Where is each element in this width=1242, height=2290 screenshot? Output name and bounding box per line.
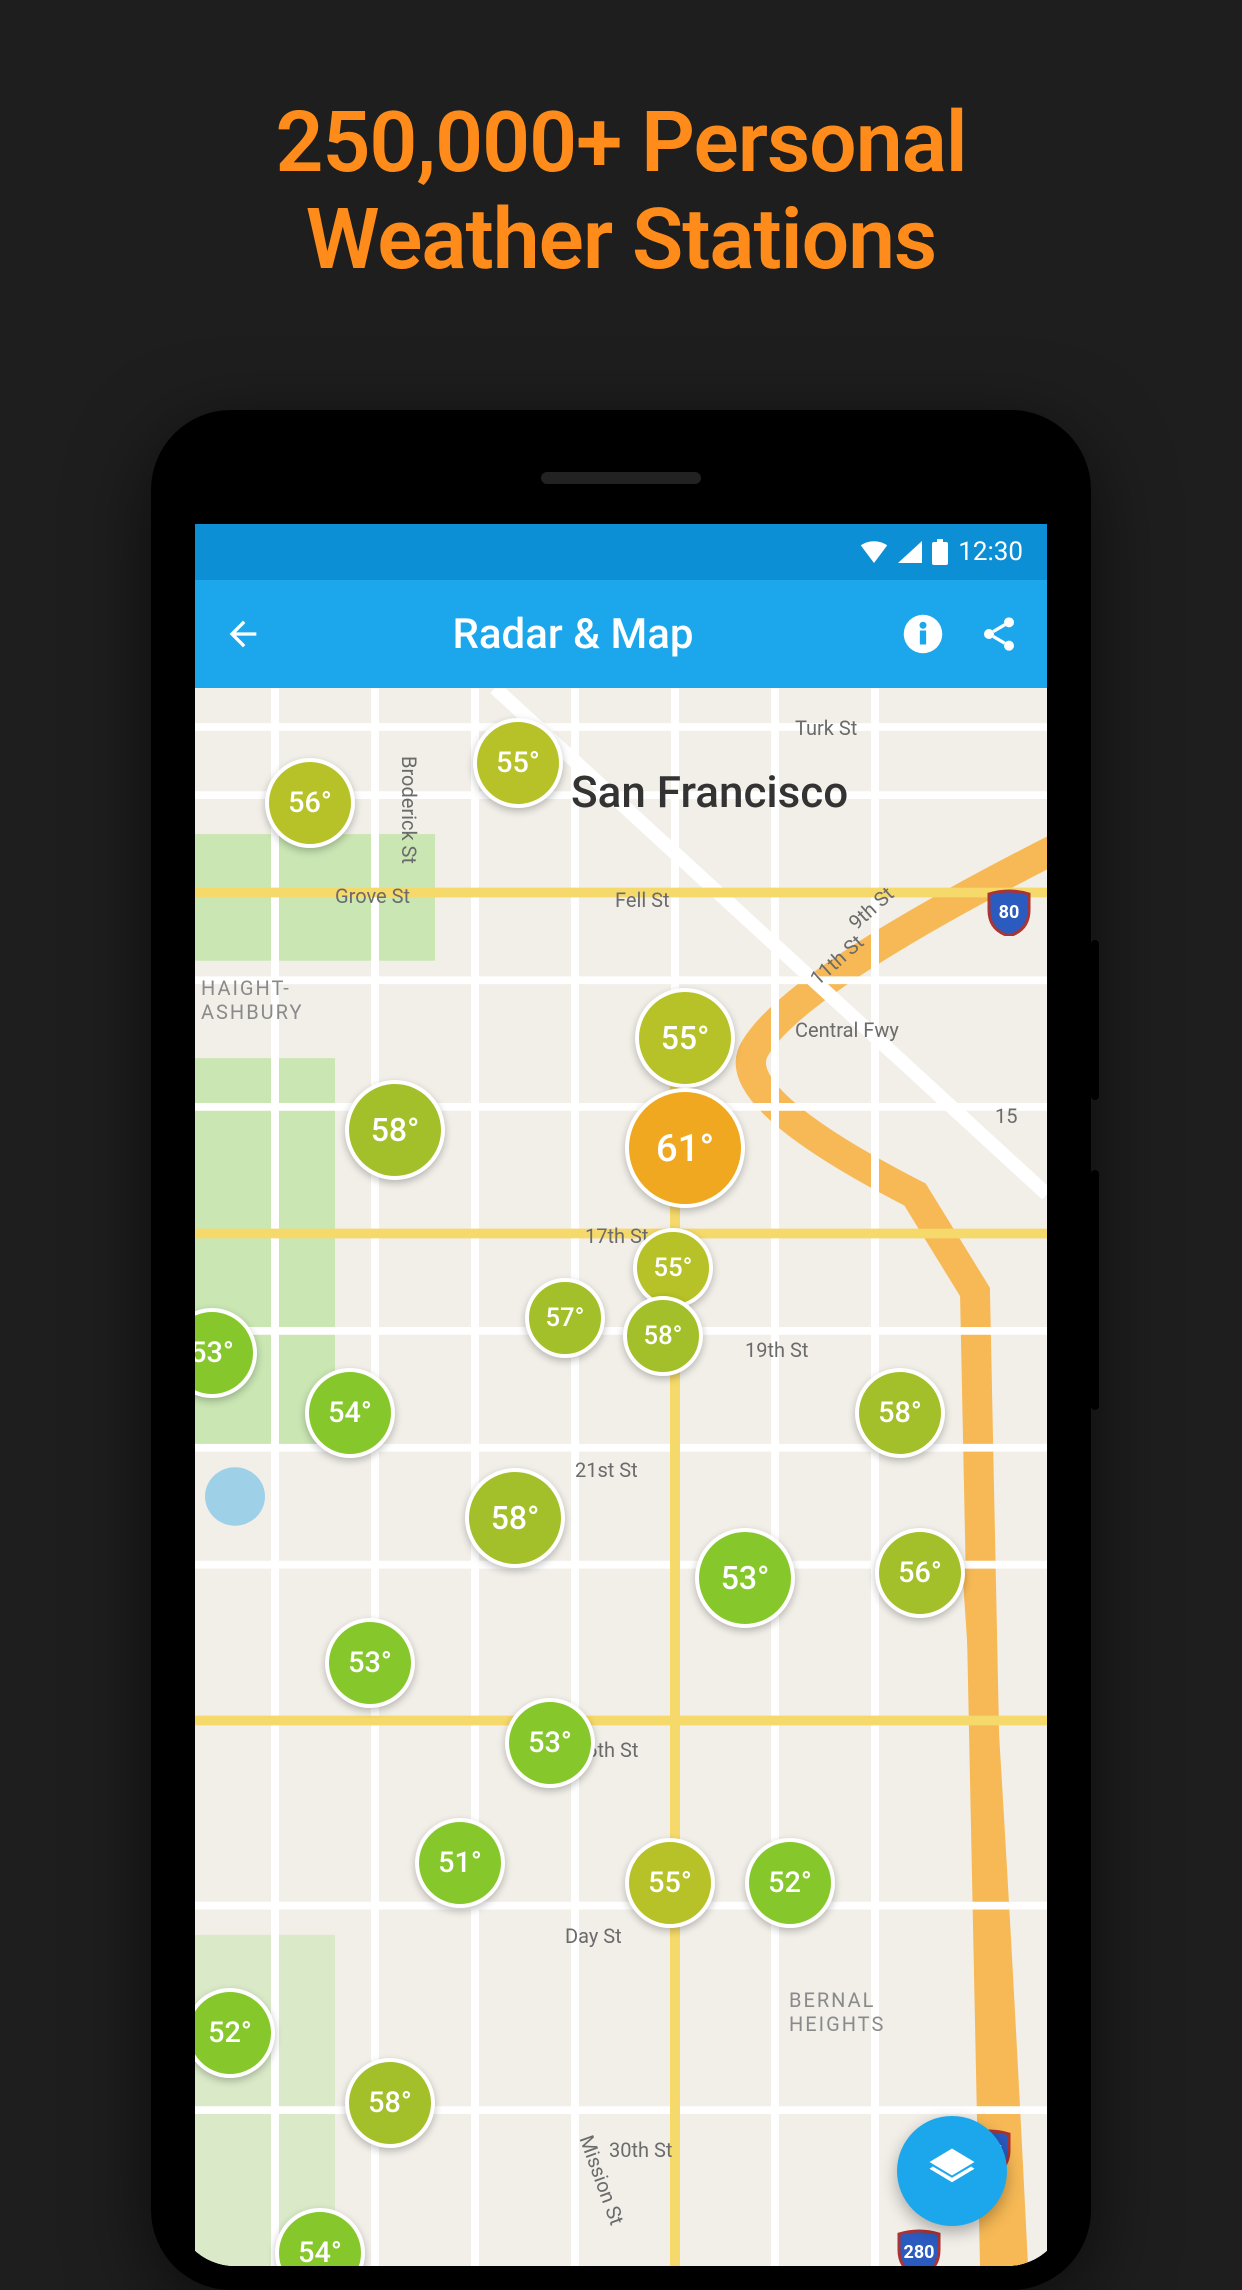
- headline-line2: Weather Stations: [0, 192, 1242, 289]
- headline: 250,000+ Personal Weather Stations: [0, 95, 1242, 288]
- wifi-icon: [860, 541, 888, 563]
- weather-station-marker[interactable]: 58°: [345, 1080, 445, 1180]
- back-button[interactable]: [219, 610, 267, 658]
- street-label: 30th St: [609, 2138, 672, 2162]
- share-button[interactable]: [975, 610, 1023, 658]
- info-button[interactable]: [899, 610, 947, 658]
- weather-station-marker[interactable]: 53°: [325, 1618, 415, 1708]
- weather-station-marker[interactable]: 51°: [415, 1818, 505, 1908]
- svg-text:280: 280: [904, 2242, 935, 2263]
- weather-station-marker[interactable]: 55°: [473, 718, 563, 808]
- weather-station-marker[interactable]: 58°: [855, 1368, 945, 1458]
- neighborhood-label: HAIGHT- ASHBURY: [201, 976, 304, 1024]
- battery-icon: [932, 539, 948, 565]
- weather-station-marker[interactable]: 58°: [465, 1468, 565, 1568]
- weather-station-marker[interactable]: 57°: [525, 1278, 605, 1358]
- weather-station-marker[interactable]: 55°: [633, 1228, 713, 1308]
- status-bar: 12:30: [195, 524, 1047, 580]
- app-title: Radar & Map: [275, 610, 871, 659]
- street-label: 15: [995, 1104, 1017, 1128]
- phone-inner: 12:30 Radar & Map: [175, 434, 1067, 2266]
- share-icon: [979, 614, 1019, 654]
- headline-line1: 250,000+ Personal: [0, 95, 1242, 192]
- street-label: 21st St: [575, 1458, 638, 1482]
- layers-fab[interactable]: [897, 2116, 1007, 2226]
- street-label: Fell St: [615, 888, 670, 912]
- street-label: 19th St: [745, 1338, 808, 1362]
- street-label: Turk St: [795, 716, 857, 740]
- weather-station-marker[interactable]: 56°: [875, 1528, 965, 1618]
- info-icon: [902, 613, 944, 655]
- weather-station-marker[interactable]: 61°: [625, 1088, 745, 1208]
- map[interactable]: San Francisco Turk St Broderick St Grove S…: [195, 688, 1047, 2266]
- highway-shield: 280: [895, 2228, 943, 2266]
- street-label: Grove St: [335, 884, 410, 908]
- weather-station-marker[interactable]: 55°: [625, 1838, 715, 1928]
- street-label: Day St: [565, 1924, 622, 1948]
- street-label: Central Fwy: [795, 1018, 899, 1042]
- weather-station-marker[interactable]: 52°: [745, 1838, 835, 1928]
- neighborhood-label: BERNAL HEIGHTS: [789, 1988, 885, 2036]
- cellular-icon: [898, 541, 922, 563]
- street-label: Broderick St: [397, 756, 421, 864]
- svg-text:80: 80: [999, 902, 1020, 923]
- screen: 12:30 Radar & Map: [195, 524, 1047, 2266]
- weather-station-marker[interactable]: 56°: [265, 758, 355, 848]
- weather-station-marker[interactable]: 53°: [695, 1528, 795, 1628]
- arrow-left-icon: [223, 614, 263, 654]
- weather-station-marker[interactable]: 53°: [505, 1698, 595, 1788]
- status-time: 12:30: [958, 537, 1023, 567]
- street-label: 17th St: [585, 1224, 648, 1248]
- phone-speaker: [541, 472, 701, 484]
- city-label: San Francisco: [571, 766, 848, 818]
- phone-frame: 12:30 Radar & Map: [151, 410, 1091, 2290]
- weather-station-marker[interactable]: 54°: [305, 1368, 395, 1458]
- app-bar: Radar & Map: [195, 580, 1047, 688]
- weather-station-marker[interactable]: 55°: [635, 988, 735, 1088]
- highway-shield: 80: [985, 888, 1033, 936]
- weather-station-marker[interactable]: 58°: [623, 1296, 703, 1376]
- weather-station-marker[interactable]: 58°: [345, 2058, 435, 2148]
- layers-icon: [925, 2144, 979, 2198]
